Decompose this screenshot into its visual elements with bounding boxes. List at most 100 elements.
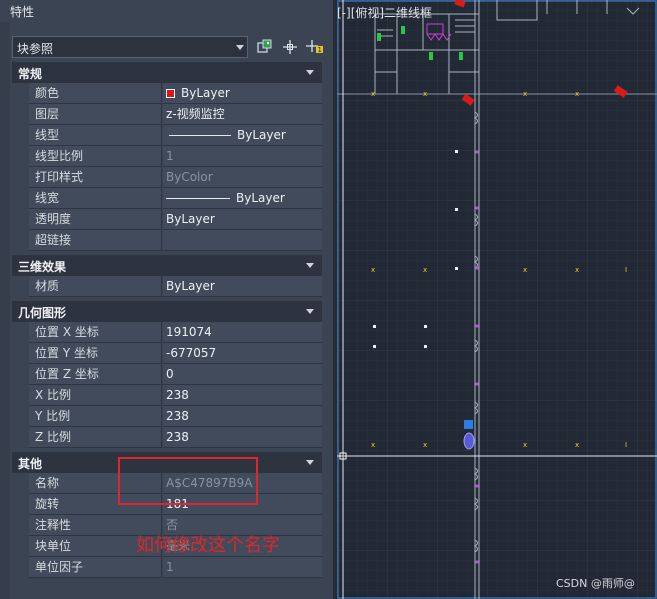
- toggle-pickadd-icon: 1: [306, 40, 323, 54]
- row-gutter: [12, 406, 29, 427]
- annotation-highlight-box: [118, 457, 258, 505]
- property-value-scale-y[interactable]: 238: [163, 406, 322, 427]
- svg-text:x: x: [371, 266, 375, 274]
- row-gutter: [12, 167, 29, 188]
- svg-text:x: x: [523, 90, 527, 98]
- section-3d-effects[interactable]: 三维效果: [12, 255, 322, 276]
- property-row-color[interactable]: 颜色 ByLayer: [12, 83, 322, 104]
- property-value-linetype-scale[interactable]: 1: [163, 146, 322, 167]
- drawing-canvas[interactable]: x x x x x x x x I x x x x I: [337, 0, 657, 599]
- row-gutter: [12, 494, 29, 515]
- section-label: 三维效果: [18, 260, 67, 274]
- property-value-text: ByLayer: [237, 128, 286, 142]
- property-value-material[interactable]: ByLayer: [163, 276, 322, 297]
- property-name: 线型: [29, 125, 162, 146]
- object-type-value: 块参照: [17, 42, 54, 56]
- property-name: 线宽: [29, 188, 162, 209]
- property-value-plot-style[interactable]: ByColor: [163, 167, 322, 188]
- collapse-arrow-icon[interactable]: [306, 309, 314, 314]
- property-name: 位置 Y 坐标: [29, 343, 162, 364]
- row-gutter: [12, 343, 29, 364]
- property-value-position-y[interactable]: -677057: [163, 343, 322, 364]
- row-gutter: [12, 146, 29, 167]
- property-row-position-z[interactable]: 位置 Z 坐标 0: [12, 364, 322, 385]
- row-gutter: [12, 427, 29, 448]
- row-gutter: [12, 104, 29, 125]
- palette-title-bar[interactable]: 特性: [0, 0, 333, 22]
- property-value-transparency[interactable]: ByLayer: [163, 209, 322, 230]
- palette-side-strip[interactable]: [0, 22, 10, 599]
- property-name: 图层: [29, 104, 162, 125]
- property-value-unit-factor[interactable]: 1: [163, 557, 322, 578]
- chevron-down-icon: [236, 45, 244, 50]
- property-value-text: ByLayer: [181, 86, 230, 100]
- svg-text:x: x: [371, 441, 375, 449]
- property-name: 透明度: [29, 209, 162, 230]
- property-name: 位置 X 坐标: [29, 322, 162, 343]
- row-gutter: [12, 473, 29, 494]
- property-value-hyperlink[interactable]: [163, 230, 322, 251]
- collapse-arrow-icon[interactable]: [306, 70, 314, 75]
- toggle-pickadd-button[interactable]: 1: [305, 37, 325, 57]
- object-type-dropdown[interactable]: 块参照: [12, 36, 248, 58]
- property-value-linetype[interactable]: ByLayer: [163, 125, 322, 146]
- property-row-transparency[interactable]: 透明度 ByLayer: [12, 209, 322, 230]
- property-row-scale-y[interactable]: Y 比例 238: [12, 406, 322, 427]
- svg-text:x: x: [575, 90, 579, 98]
- select-objects-button[interactable]: [280, 37, 300, 57]
- property-row-material[interactable]: 材质 ByLayer: [12, 276, 322, 297]
- property-value-lineweight[interactable]: ByLayer: [163, 188, 322, 209]
- row-gutter: [12, 364, 29, 385]
- property-value-position-z[interactable]: 0: [163, 364, 322, 385]
- property-row-layer[interactable]: 图层 z-视频监控: [12, 104, 322, 125]
- row-gutter: [12, 209, 29, 230]
- selected-block[interactable]: [463, 420, 475, 450]
- property-name: 材质: [29, 276, 162, 297]
- property-value-color[interactable]: ByLayer: [163, 83, 322, 104]
- svg-text:x: x: [371, 90, 375, 98]
- section-geometry[interactable]: 几何图形: [12, 301, 322, 322]
- property-value-layer[interactable]: z-视频监控: [163, 104, 322, 125]
- property-value-text: ByLayer: [236, 191, 285, 205]
- line-sample: [169, 135, 231, 136]
- property-value-scale-z[interactable]: 238: [163, 427, 322, 448]
- collapse-arrow-icon[interactable]: [306, 263, 314, 268]
- property-row-scale-x[interactable]: X 比例 238: [12, 385, 322, 406]
- property-name: 线型比例: [29, 146, 162, 167]
- section-general[interactable]: 常规: [12, 62, 322, 83]
- property-row-linetype-scale[interactable]: 线型比例 1: [12, 146, 322, 167]
- grip-handle[interactable]: [464, 420, 473, 429]
- svg-text:1: 1: [318, 46, 322, 54]
- drawing-viewport[interactable]: x x x x x x x x I x x x x I [-][俯视]二维线框 CSDN @雨师@: [337, 0, 657, 599]
- property-name: 位置 Z 坐标: [29, 364, 162, 385]
- property-row-scale-z[interactable]: Z 比例 238: [12, 427, 322, 448]
- property-row-lineweight[interactable]: 线宽 ByLayer: [12, 188, 322, 209]
- svg-text:x: x: [523, 266, 527, 274]
- section-label: 其他: [18, 457, 43, 471]
- property-row-linetype[interactable]: 线型 ByLayer: [12, 125, 322, 146]
- row-gutter: [12, 276, 29, 297]
- property-name: 颜色: [29, 83, 162, 104]
- property-value-scale-x[interactable]: 238: [163, 385, 322, 406]
- row-gutter: [12, 322, 29, 343]
- row-gutter: [12, 188, 29, 209]
- viewport-controls-label[interactable]: [-][俯视]二维线框: [337, 4, 432, 21]
- property-row-unit-factor[interactable]: 单位因子 1: [12, 557, 322, 578]
- property-row-plot-style[interactable]: 打印样式 ByColor: [12, 167, 322, 188]
- property-name: 打印样式: [29, 167, 162, 188]
- row-gutter: [12, 385, 29, 406]
- annotation-text: 如何修改这个名字: [136, 535, 280, 556]
- property-row-position-y[interactable]: 位置 Y 坐标 -677057: [12, 343, 322, 364]
- property-row-hyperlink[interactable]: 超链接: [12, 230, 322, 251]
- property-value-position-x[interactable]: 191074: [163, 322, 322, 343]
- property-row-position-x[interactable]: 位置 X 坐标 191074: [12, 322, 322, 343]
- property-name: Z 比例: [29, 427, 162, 448]
- svg-text:x: x: [423, 266, 427, 274]
- collapse-arrow-icon[interactable]: [306, 460, 314, 465]
- quick-select-button[interactable]: [255, 37, 275, 57]
- row-gutter: [12, 536, 29, 557]
- section-label: 几何图形: [18, 306, 67, 320]
- row-gutter: [12, 125, 29, 146]
- property-name: Y 比例: [29, 406, 162, 427]
- svg-text:x: x: [423, 90, 427, 98]
